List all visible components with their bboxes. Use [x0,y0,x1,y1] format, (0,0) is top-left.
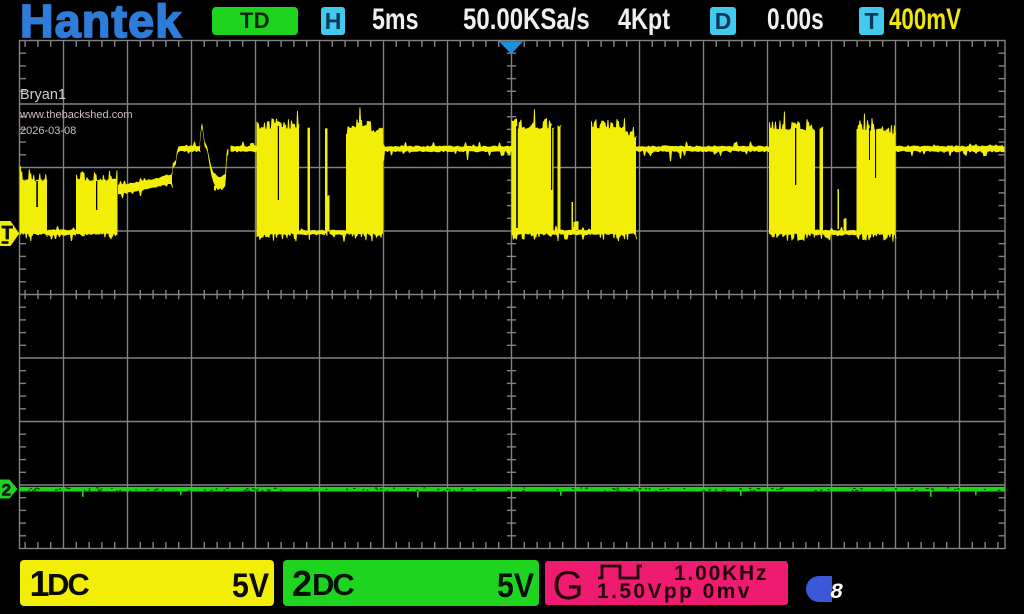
svg-text:2: 2 [2,481,11,500]
svg-text:T: T [2,223,13,243]
svg-text:8: 8 [830,580,843,604]
